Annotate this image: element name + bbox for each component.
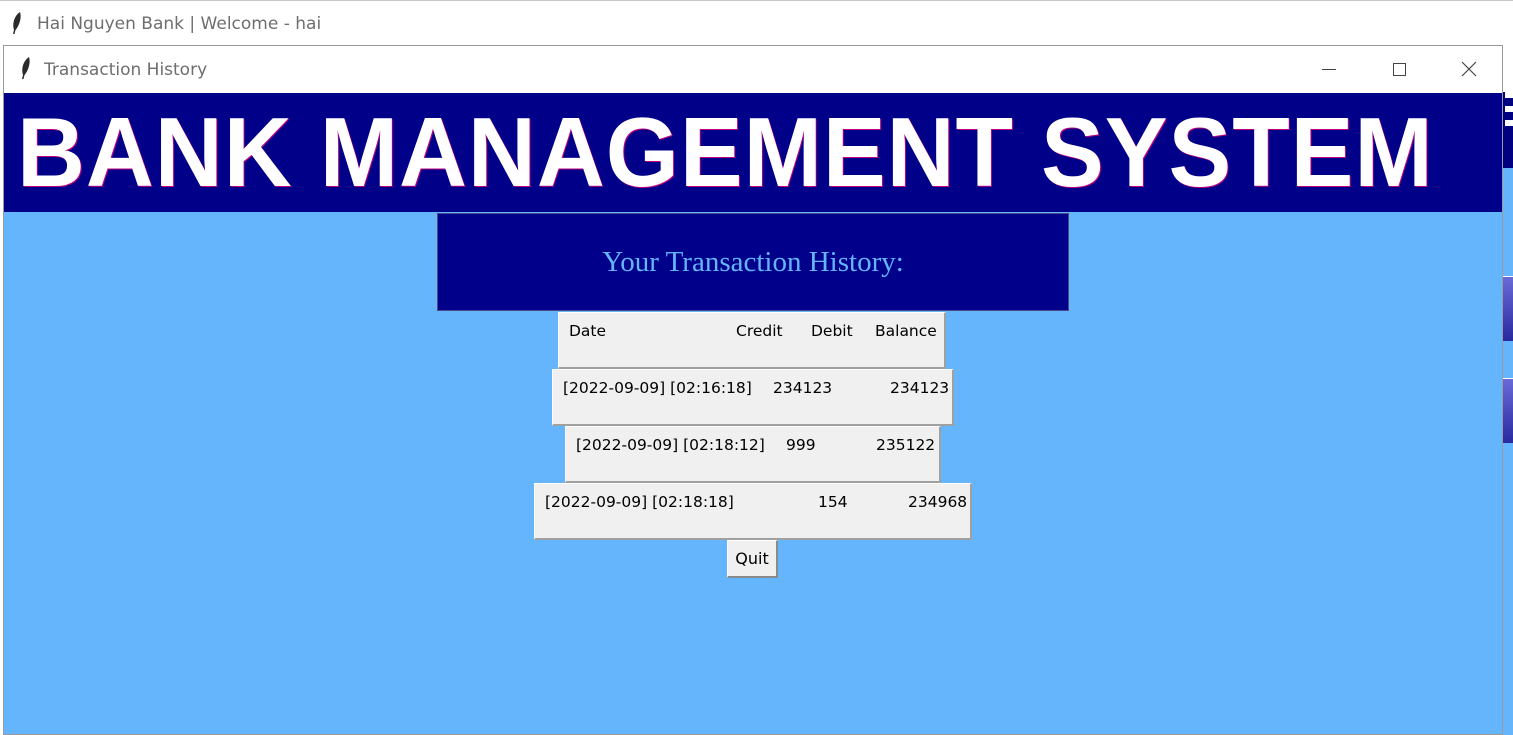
- column-header-credit: Credit: [736, 322, 783, 340]
- window-titlebar[interactable]: Transaction History: [4, 46, 1502, 92]
- app-banner: BANK MANAGEMENT SYSTEM: [4, 92, 1502, 212]
- table-row: [2022-09-09] [02:18:18] 154 234968: [534, 483, 972, 540]
- background-banner-text-peek: [1505, 92, 1513, 132]
- background-window-titlebar[interactable]: Hai Nguyen Bank | Welcome - hai: [0, 0, 1513, 46]
- close-icon: [1461, 61, 1477, 77]
- maximize-button[interactable]: [1364, 46, 1434, 92]
- window-title: Transaction History: [44, 60, 208, 80]
- close-button[interactable]: [1434, 46, 1502, 92]
- page-subtitle: Your Transaction History:: [437, 213, 1069, 311]
- table-header-row: Date Credit Debit Balance: [558, 312, 946, 369]
- feather-icon: [22, 57, 30, 79]
- cell-credit: 999: [786, 436, 816, 454]
- cell-credit: 234123: [773, 379, 833, 397]
- column-header-date: Date: [569, 322, 607, 340]
- cell-balance: 234968: [908, 493, 968, 511]
- cell-date: [2022-09-09] [02:18:12]: [576, 436, 765, 454]
- background-window-title: Hai Nguyen Bank | Welcome - hai: [37, 14, 322, 34]
- minimize-button[interactable]: [1294, 46, 1364, 92]
- transaction-history-window: Transaction History BANK MANAGEMENT SYST…: [3, 45, 1503, 735]
- cell-balance: 235122: [876, 436, 936, 454]
- column-header-debit: Debit: [811, 322, 853, 340]
- banner-title: BANK MANAGEMENT SYSTEM: [17, 97, 1434, 207]
- subtitle-text: Your Transaction History:: [602, 245, 904, 278]
- cell-balance: 234123: [890, 379, 950, 397]
- table-row: [2022-09-09] [02:16:18] 234123 234123: [552, 369, 954, 426]
- background-button-peek[interactable]: [1503, 378, 1513, 443]
- background-body-peek: [1503, 168, 1513, 735]
- cell-debit: 154: [818, 493, 848, 511]
- cell-date: [2022-09-09] [02:16:18]: [563, 379, 752, 397]
- column-header-balance: Balance: [875, 322, 937, 340]
- feather-icon: [13, 12, 21, 34]
- background-window-edge: [1503, 46, 1513, 92]
- minimize-icon: [1322, 68, 1336, 70]
- maximize-icon: [1392, 62, 1406, 76]
- cell-date: [2022-09-09] [02:18:18]: [545, 493, 734, 511]
- background-button-peek[interactable]: [1503, 276, 1513, 341]
- quit-button[interactable]: Quit: [727, 540, 778, 578]
- table-row: [2022-09-09] [02:18:12] 999 235122: [565, 426, 941, 483]
